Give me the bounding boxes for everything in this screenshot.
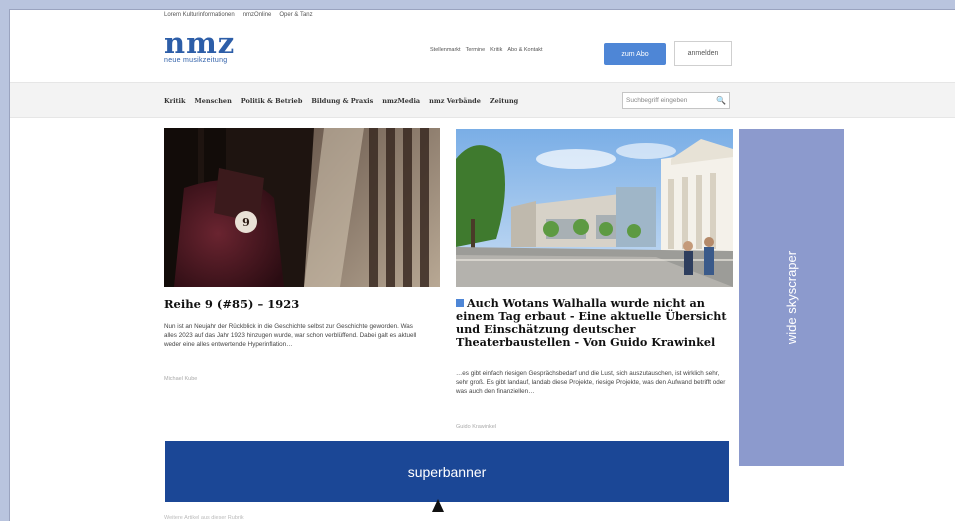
main-nav-items: Kritik Menschen Politik & Betrieb Bildun…: [164, 83, 518, 119]
logo-text: nmz: [164, 26, 236, 60]
seat-number: 9: [242, 216, 250, 229]
top-nav: Lorem Kulturinformationen nmzOnline Oper…: [164, 12, 313, 22]
nav-item-zeitung[interactable]: Zeitung: [490, 97, 518, 105]
theatre-seats-illustration: 9: [164, 128, 440, 287]
utility-link-abo-kontakt[interactable]: Abo & Kontakt: [507, 47, 542, 53]
utility-link-stellenmarkt[interactable]: Stellenmarkt: [430, 47, 461, 53]
utility-links: Stellenmarkt Termine Kritik Abo & Kontak…: [430, 47, 543, 53]
section-teaser-text: Weitere Artikel aus dieser Rubrik: [164, 515, 244, 521]
search-box: 🔍: [622, 92, 730, 109]
top-nav-link[interactable]: Lorem Kulturinformationen: [164, 12, 235, 22]
ad-superbanner[interactable]: superbanner: [165, 441, 729, 502]
login-button[interactable]: anmelden: [674, 41, 732, 66]
ad-skyscraper-label: wide skyscraper: [783, 250, 799, 345]
top-nav-link[interactable]: nmzOnline: [243, 12, 272, 22]
premium-marker-icon: [456, 299, 464, 307]
nav-item-menschen[interactable]: Menschen: [195, 97, 232, 105]
utility-link-kritik[interactable]: Kritik: [490, 47, 502, 53]
nav-item-bildung-praxis[interactable]: Bildung & Praxis: [311, 97, 373, 105]
article-title-text: Auch Wotans Walhalla wurde nicht an eine…: [456, 296, 727, 349]
utility-link-termine[interactable]: Termine: [466, 47, 486, 53]
article-image-theatre-seats[interactable]: 9: [164, 128, 440, 287]
ad-wide-skyscraper[interactable]: wide skyscraper: [739, 129, 844, 466]
search-icon[interactable]: 🔍: [715, 96, 727, 105]
theatre-building-illustration: [456, 129, 733, 287]
main-nav: Kritik Menschen Politik & Betrieb Bildun…: [10, 82, 955, 118]
article-author[interactable]: Michael Kube: [164, 376, 197, 382]
site-logo[interactable]: nmz neue musikzeitung: [164, 28, 264, 68]
nav-item-kritik[interactable]: Kritik: [164, 97, 186, 105]
article-image-theatre-building[interactable]: [456, 129, 733, 287]
search-input[interactable]: [623, 93, 715, 108]
nav-item-nmzmedia[interactable]: nmzMedia: [382, 97, 420, 105]
subscribe-button[interactable]: zum Abo: [604, 43, 666, 65]
article-teaser: Nun ist an Neujahr der Rückblick in die …: [164, 323, 417, 348]
article-author[interactable]: Guido Krawinkel: [456, 424, 496, 430]
article-title[interactable]: Reihe 9 (#85) – 1923: [164, 297, 434, 311]
pointer-arrow-icon: [432, 499, 444, 512]
top-nav-link[interactable]: Oper & Tanz: [279, 12, 312, 22]
article-teaser: …es gibt einfach riesigen Gesprächsbedar…: [456, 370, 726, 395]
article-title[interactable]: Auch Wotans Walhalla wurde nicht an eine…: [456, 297, 738, 349]
nav-item-verbaende[interactable]: nmz Verbände: [429, 97, 481, 105]
nav-item-politik-betrieb[interactable]: Politik & Betrieb: [241, 97, 303, 105]
logo-subtitle: neue musikzeitung: [164, 57, 228, 64]
browser-viewport: Lorem Kulturinformationen nmzOnline Oper…: [9, 9, 955, 521]
